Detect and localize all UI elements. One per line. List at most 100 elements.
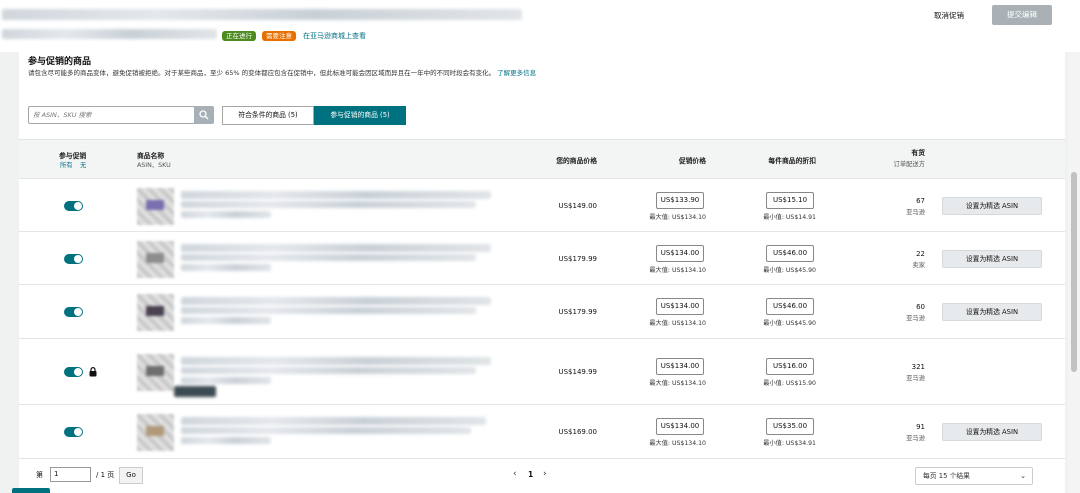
stock-quantity: 67 — [916, 196, 925, 205]
set-featured-asin-button[interactable]: 设置为精选 ASIN — [942, 423, 1042, 441]
page-scrollbar[interactable] — [1068, 52, 1080, 493]
feedback-tab[interactable] — [12, 488, 50, 493]
blurred-promotion-title — [2, 9, 522, 20]
blurred-asin-sku — [181, 437, 271, 444]
unit-discount-min-note: 最小值: US$15.90 — [763, 380, 816, 387]
promo-price-input[interactable]: US$134.00 — [656, 358, 704, 375]
chevron-down-icon: ⌄ — [1020, 472, 1026, 480]
stock-quantity: 60 — [916, 303, 925, 311]
learn-more-link[interactable]: 了解更多信息 — [497, 69, 536, 77]
col-participate: 参与促销 — [59, 152, 87, 160]
blurred-product-name-line2 — [181, 307, 476, 314]
search-icon — [199, 110, 209, 120]
product-thumbnail[interactable] — [137, 294, 174, 331]
unit-discount-min-note: 最小值: US$45.90 — [763, 320, 816, 327]
your-price: US$179.99 — [558, 254, 597, 263]
table-row: US$149.00 US$133.90 最大值: US$134.10 US$15.10… — [19, 179, 1065, 232]
set-featured-asin-button[interactable]: 设置为精选 ASIN — [942, 196, 1042, 215]
product-thumbnail[interactable] — [137, 354, 174, 391]
fulfillment-by: 亚马逊 — [906, 375, 925, 382]
blurred-product-name[interactable] — [181, 417, 486, 425]
current-page: 1 — [528, 470, 534, 479]
product-thumbnail[interactable] — [137, 240, 174, 278]
stock-quantity: 321 — [911, 363, 925, 371]
select-all-link[interactable]: 所有 — [60, 160, 73, 169]
col-stock: 有货 — [911, 149, 925, 157]
submit-edit-button[interactable]: 提交编辑 — [992, 5, 1052, 25]
promo-price-input[interactable]: US$134.00 — [656, 298, 704, 315]
promo-price-input[interactable]: US$133.90 — [656, 191, 704, 209]
blurred-product-name[interactable] — [181, 190, 491, 199]
set-featured-asin-button[interactable]: 设置为精选 ASIN — [942, 249, 1042, 268]
page-number-input[interactable]: 1 — [50, 467, 91, 482]
unit-discount-min-note: 最小值: US$34.91 — [763, 440, 816, 447]
cancel-promotion-button[interactable]: 取消促销 — [934, 10, 964, 21]
promo-price-input[interactable]: US$134.00 — [656, 418, 704, 435]
unit-discount-input[interactable]: US$46.00 — [766, 298, 814, 315]
participate-toggle[interactable] — [64, 427, 83, 437]
go-button[interactable]: Go — [119, 467, 143, 484]
section-title: 参与促销的商品 — [28, 57, 92, 67]
stock-quantity: 91 — [916, 423, 925, 431]
col-stock-sub: 订单配送方 — [893, 161, 925, 168]
blurred-tag — [174, 386, 216, 397]
fulfillment-by: 亚马逊 — [906, 315, 925, 322]
status-badge-attention: 需要注意 — [262, 31, 296, 41]
set-featured-asin-button[interactable]: 设置为精选 ASIN — [942, 303, 1042, 321]
table-header: 参与促销 所有 无 商品名称 ASIN、SKU 您的商品价格 促销价格 每件商品… — [19, 139, 1065, 179]
lock-icon — [89, 367, 97, 377]
blurred-product-name-line2 — [181, 367, 476, 374]
promo-price-input[interactable]: US$134.00 — [656, 244, 704, 262]
product-thumbnail[interactable] — [137, 414, 174, 451]
stock-quantity: 22 — [916, 249, 925, 258]
table-row: US$169.00 US$134.00 最大值: US$134.10 US$35.00… — [19, 405, 1065, 459]
fulfillment-by: 亚马逊 — [906, 208, 925, 216]
blurred-product-name[interactable] — [181, 297, 491, 305]
select-none-link[interactable]: 无 — [80, 160, 86, 169]
unit-discount-input[interactable]: US$16.00 — [766, 358, 814, 375]
scrollbar-thumb[interactable] — [1071, 172, 1077, 372]
promo-price-max-note: 最大值: US$134.10 — [649, 440, 706, 447]
unit-discount-min-note: 最小值: US$14.91 — [763, 213, 816, 221]
blurred-asin-sku — [181, 263, 271, 271]
participate-toggle[interactable] — [64, 253, 83, 264]
col-your-price: 您的商品价格 — [556, 157, 597, 165]
participating-products-panel: 参与促销的商品 请包含尽可能多的商品变体，避免促销被拒绝。对于某些商品，至少 6… — [19, 52, 1065, 493]
col-unit-discount: 每件商品的折扣 — [768, 157, 816, 165]
unit-discount-input[interactable]: US$35.00 — [766, 418, 814, 435]
blurred-product-name[interactable] — [181, 357, 491, 365]
page-prefix: 第 — [36, 471, 43, 479]
next-page-icon[interactable]: › — [543, 469, 547, 479]
blurred-asin-sku — [181, 317, 271, 324]
table-row: US$149.99 US$134.00 最大值: US$134.10 US$16.00… — [19, 339, 1065, 405]
your-price: US$149.99 — [558, 368, 597, 376]
blurred-product-name-line2 — [181, 200, 476, 208]
promo-price-max-note: 最大值: US$134.10 — [649, 320, 706, 327]
participate-toggle[interactable] — [64, 200, 83, 211]
your-price: US$149.00 — [558, 201, 597, 210]
results-per-page-select[interactable]: 每页 15 个结果 ⌄ — [915, 467, 1033, 485]
prev-page-icon[interactable]: ‹ — [513, 469, 517, 479]
blurred-product-name-line2 — [181, 427, 471, 434]
search-button[interactable] — [194, 106, 214, 124]
col-product-name-sub: ASIN、SKU — [137, 162, 171, 169]
results-per-page-value: 每页 15 个结果 — [923, 472, 970, 480]
participate-toggle[interactable] — [64, 367, 83, 377]
product-thumbnail[interactable] — [137, 187, 174, 225]
your-price: US$169.00 — [558, 428, 597, 436]
participate-toggle[interactable] — [64, 307, 83, 317]
view-on-amazon-link[interactable]: 在亚马逊商城上查看 — [303, 31, 366, 41]
blurred-promotion-title-line2 — [2, 29, 217, 39]
fulfillment-by: 卖家 — [912, 261, 925, 269]
search-input[interactable]: 按 ASIN、SKU 搜索 — [28, 106, 195, 124]
tab-participating-products[interactable]: 参与促销的商品 (5) — [314, 106, 406, 125]
blurred-product-name[interactable] — [181, 243, 491, 252]
top-bar: 正在进行 需要注意 在亚马逊商城上查看 取消促销 提交编辑 — [0, 0, 1080, 52]
tab-eligible-products[interactable]: 符合条件的商品 (5) — [222, 106, 314, 125]
page-suffix: / 1 页 — [96, 471, 115, 479]
section-description: 请包含尽可能多的商品变体，避免促销被拒绝。对于某些商品，至少 65% 的变体都应… — [28, 68, 568, 78]
unit-discount-input[interactable]: US$15.10 — [766, 191, 814, 209]
blurred-asin-sku — [181, 377, 271, 384]
unit-discount-input[interactable]: US$46.00 — [766, 244, 814, 262]
status-badge-active: 正在进行 — [222, 31, 256, 41]
